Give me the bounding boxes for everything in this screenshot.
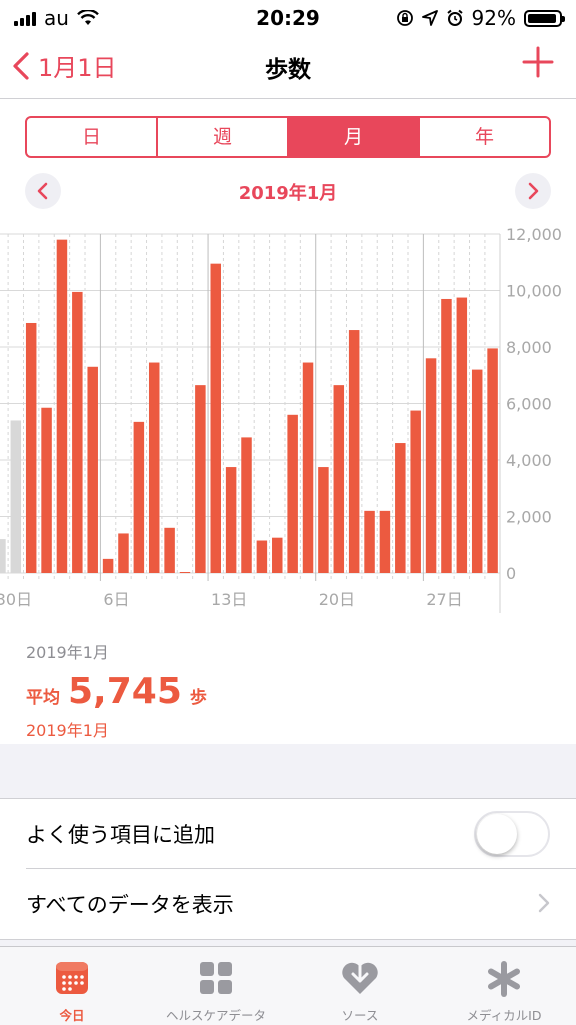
period-segmented-control: 日 週 月 年 [25,116,551,158]
tab-health-data[interactable]: ヘルスケアデータ [144,947,288,1025]
bar [118,533,129,573]
y-tick-label: 12,000 [506,225,562,244]
bar-prev-month [0,539,6,573]
bar [210,263,221,573]
bar [225,467,237,573]
bar [379,510,391,573]
bar [25,322,37,573]
steps-chart[interactable]: 12,000 10,000 8,000 6,000 4,000 2,000 0 30日 6日 13… [0,220,576,640]
battery-percent: 92% [471,6,516,30]
summary-date: 2019年1月 [26,721,109,740]
bar [287,414,298,573]
segment-month[interactable]: 月 [289,118,420,156]
options-list: よく使う項目に追加 すべてのデータを表示 [0,798,576,940]
average-value: 5,745 [68,671,182,712]
tab-health-data-label: ヘルスケアデータ [165,1008,266,1023]
asterisk-icon [488,961,520,997]
tab-medical-id-label: メディカルID [466,1008,542,1023]
x-tick-label: 30日 [0,590,32,609]
y-tick-label: 2,000 [506,508,552,527]
bar [471,369,483,573]
bar [164,527,175,573]
bar [179,572,191,573]
segment-year[interactable]: 年 [420,118,549,156]
next-month-button[interactable] [515,173,551,209]
bar [456,297,468,573]
bar [441,298,452,573]
show-all-data-row[interactable]: すべてのデータを表示 [26,869,576,938]
segment-day[interactable]: 日 [27,118,158,156]
page-title: 歩数 [265,57,311,83]
bar [102,558,114,573]
summary-block: 2019年1月 平均 5,745 歩 2019年1月 [0,635,576,745]
bar [87,366,98,573]
bar [318,467,329,573]
bar [348,330,360,573]
bar [410,410,421,573]
bar [364,510,375,573]
bar [487,348,498,573]
bar [333,385,345,573]
y-tick-label: 6,000 [506,395,552,414]
main-card: 日 週 月 年 2019年1月 12,000 10,000 8,000 6,000 4,… [0,99,576,744]
bar [256,540,268,573]
segment-week[interactable]: 週 [158,118,289,156]
steps-bar-chart: 12,000 10,000 8,000 6,000 4,000 2,000 0 30日 6日 13… [0,225,562,613]
tab-sources-label: ソース [341,1008,379,1023]
battery-icon [524,9,565,27]
bar [195,385,206,573]
x-tick-label: 6日 [103,590,129,609]
plus-icon[interactable] [522,46,554,78]
bar [241,437,252,573]
add-to-favorites-label: よく使う項目に追加 [26,822,215,847]
bar [302,362,314,573]
y-tick-label: 0 [506,564,516,583]
tab-today-label: 今日 [59,1008,85,1023]
status-bar: au 20:29 92% [0,0,576,34]
alarm-icon [446,9,463,26]
x-tick-label: 13日 [211,590,247,609]
bar [395,443,406,573]
status-right: 92% [396,6,565,30]
chevron-right-icon [528,182,539,200]
tab-bar: 今日 ヘルスケアデータ ソース メディカルID [0,946,576,1025]
tab-sources[interactable]: ソース [288,947,432,1025]
average-unit: 歩 [189,688,207,708]
bar [148,362,160,573]
average-label: 平均 [26,688,60,708]
orientation-lock-icon [396,10,413,26]
y-tick-label: 4,000 [506,451,552,470]
calendar-icon [56,962,88,994]
tab-medical-id[interactable]: メディカルID [432,947,576,1025]
bar [41,407,52,573]
navigation-bar: 1月1日 歩数 [0,34,576,99]
bar [272,537,283,573]
tab-today[interactable]: 今日 [0,947,144,1025]
grid-icon [200,962,232,994]
period-navigator: 2019年1月 [0,173,576,209]
y-tick-label: 8,000 [506,338,552,357]
bar-prev-month [10,420,22,573]
x-tick-label: 20日 [319,590,355,609]
show-all-data-label: すべてのデータを表示 [26,892,234,917]
heart-arrow-icon [342,961,378,994]
bar [133,421,145,573]
y-tick-label: 10,000 [506,282,562,301]
add-to-favorites-row: よく使う項目に追加 [26,799,576,869]
summary-range: 2019年1月 [26,643,109,662]
x-tick-label: 27日 [426,590,462,609]
bar [425,358,437,573]
chevron-right-icon [538,893,550,913]
toggle-knob [477,814,517,854]
bar [72,291,83,573]
period-label: 2019年1月 [238,183,338,204]
bar [56,239,68,573]
favorites-toggle[interactable] [474,811,550,857]
location-icon [421,10,438,26]
average-row: 平均 5,745 歩 [26,671,207,712]
